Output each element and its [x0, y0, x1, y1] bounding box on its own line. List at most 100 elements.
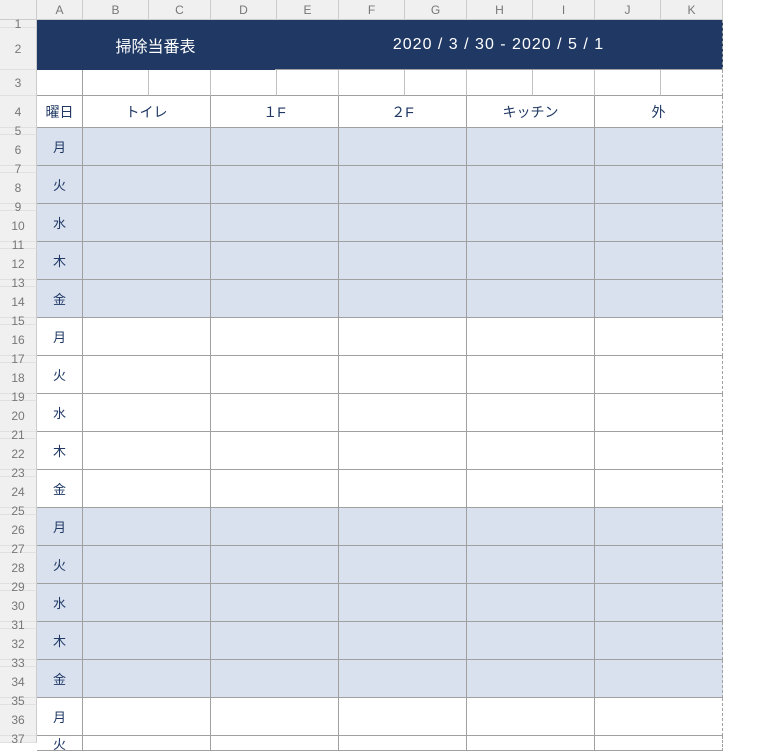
- cell-0-4[interactable]: [595, 128, 723, 166]
- cell-4-4[interactable]: [595, 280, 723, 318]
- cell-10-1[interactable]: [211, 508, 339, 546]
- cell-13-4[interactable]: [595, 622, 723, 660]
- cell-6-2[interactable]: [339, 356, 467, 394]
- day-5[interactable]: 月: [37, 318, 83, 356]
- cell-1-1[interactable]: [211, 166, 339, 204]
- cell-8-4[interactable]: [595, 432, 723, 470]
- cell-14-0[interactable]: [83, 660, 211, 698]
- cell-8-2[interactable]: [339, 432, 467, 470]
- day-1[interactable]: 火: [37, 166, 83, 204]
- r3-5[interactable]: [405, 70, 467, 96]
- cell-13-2[interactable]: [339, 622, 467, 660]
- r3-7[interactable]: [533, 70, 595, 96]
- cell-3-3[interactable]: [467, 242, 595, 280]
- row-header-23[interactable]: 23: [0, 470, 37, 477]
- cell-6-1[interactable]: [211, 356, 339, 394]
- cell-9-3[interactable]: [467, 470, 595, 508]
- cell-7-2[interactable]: [339, 394, 467, 432]
- cell-11-1[interactable]: [211, 546, 339, 584]
- day-2[interactable]: 水: [37, 204, 83, 242]
- row-header-11[interactable]: 11: [0, 242, 37, 249]
- col-header-J[interactable]: J: [595, 0, 661, 20]
- cell-0-1[interactable]: [211, 128, 339, 166]
- col-header-G[interactable]: G: [405, 0, 467, 20]
- cell-11-0[interactable]: [83, 546, 211, 584]
- cell-16-2[interactable]: [339, 736, 467, 751]
- cell-14-4[interactable]: [595, 660, 723, 698]
- cell-7-4[interactable]: [595, 394, 723, 432]
- col-header-B[interactable]: B: [83, 0, 149, 20]
- cell-11-3[interactable]: [467, 546, 595, 584]
- r3-8[interactable]: [595, 70, 661, 96]
- row-header-37[interactable]: 37: [0, 736, 37, 743]
- cell-3-2[interactable]: [339, 242, 467, 280]
- cell-14-2[interactable]: [339, 660, 467, 698]
- cell-5-2[interactable]: [339, 318, 467, 356]
- cell-2-4[interactable]: [595, 204, 723, 242]
- day-7[interactable]: 水: [37, 394, 83, 432]
- cell-8-0[interactable]: [83, 432, 211, 470]
- cell-14-1[interactable]: [211, 660, 339, 698]
- cell-14-3[interactable]: [467, 660, 595, 698]
- cell-13-1[interactable]: [211, 622, 339, 660]
- cell-0-3[interactable]: [467, 128, 595, 166]
- day-13[interactable]: 木: [37, 622, 83, 660]
- row-header-31[interactable]: 31: [0, 622, 37, 629]
- cell-13-3[interactable]: [467, 622, 595, 660]
- cell-12-0[interactable]: [83, 584, 211, 622]
- col-header-D[interactable]: D: [211, 0, 277, 20]
- cell-9-1[interactable]: [211, 470, 339, 508]
- cell-9-2[interactable]: [339, 470, 467, 508]
- cell-4-2[interactable]: [339, 280, 467, 318]
- r3-0[interactable]: [83, 70, 149, 96]
- day-4[interactable]: 金: [37, 280, 83, 318]
- cell-2-1[interactable]: [211, 204, 339, 242]
- row-header-9[interactable]: 9: [0, 204, 37, 211]
- header-col1[interactable]: トイレ: [83, 96, 211, 128]
- day-8[interactable]: 木: [37, 432, 83, 470]
- cell-10-3[interactable]: [467, 508, 595, 546]
- day-16[interactable]: 火: [37, 736, 83, 751]
- cell-1-0[interactable]: [83, 166, 211, 204]
- cell-6-0[interactable]: [83, 356, 211, 394]
- col-header-K[interactable]: K: [661, 0, 723, 20]
- cell-15-1[interactable]: [211, 698, 339, 736]
- col-header-A[interactable]: A: [37, 0, 83, 20]
- row-header-5[interactable]: 5: [0, 128, 37, 135]
- cell-4-3[interactable]: [467, 280, 595, 318]
- cell-12-4[interactable]: [595, 584, 723, 622]
- r3-3[interactable]: [277, 70, 339, 96]
- day-12[interactable]: 水: [37, 584, 83, 622]
- r3-1[interactable]: [149, 70, 211, 96]
- cell-7-3[interactable]: [467, 394, 595, 432]
- title-cell[interactable]: 掃除当番表: [37, 20, 275, 70]
- row-header-7[interactable]: 7: [0, 166, 37, 173]
- cell-3-4[interactable]: [595, 242, 723, 280]
- cell-2-0[interactable]: [83, 204, 211, 242]
- r3-6[interactable]: [467, 70, 533, 96]
- cell-3-1[interactable]: [211, 242, 339, 280]
- day-6[interactable]: 火: [37, 356, 83, 394]
- day-3[interactable]: 木: [37, 242, 83, 280]
- cell-5-4[interactable]: [595, 318, 723, 356]
- cell-9-0[interactable]: [83, 470, 211, 508]
- cell-1-3[interactable]: [467, 166, 595, 204]
- r3-A[interactable]: [37, 70, 83, 96]
- cell-16-0[interactable]: [83, 736, 211, 751]
- cell-15-3[interactable]: [467, 698, 595, 736]
- cell-8-3[interactable]: [467, 432, 595, 470]
- cell-5-0[interactable]: [83, 318, 211, 356]
- row-header-2[interactable]: 2: [0, 28, 37, 70]
- header-col4[interactable]: キッチン: [467, 96, 595, 128]
- r3-4[interactable]: [339, 70, 405, 96]
- cell-7-1[interactable]: [211, 394, 339, 432]
- cell-10-4[interactable]: [595, 508, 723, 546]
- row-header-27[interactable]: 27: [0, 546, 37, 553]
- cell-15-2[interactable]: [339, 698, 467, 736]
- cell-15-4[interactable]: [595, 698, 723, 736]
- day-14[interactable]: 金: [37, 660, 83, 698]
- row-header-19[interactable]: 19: [0, 394, 37, 401]
- cell-1-2[interactable]: [339, 166, 467, 204]
- col-header-H[interactable]: H: [467, 0, 533, 20]
- cell-8-1[interactable]: [211, 432, 339, 470]
